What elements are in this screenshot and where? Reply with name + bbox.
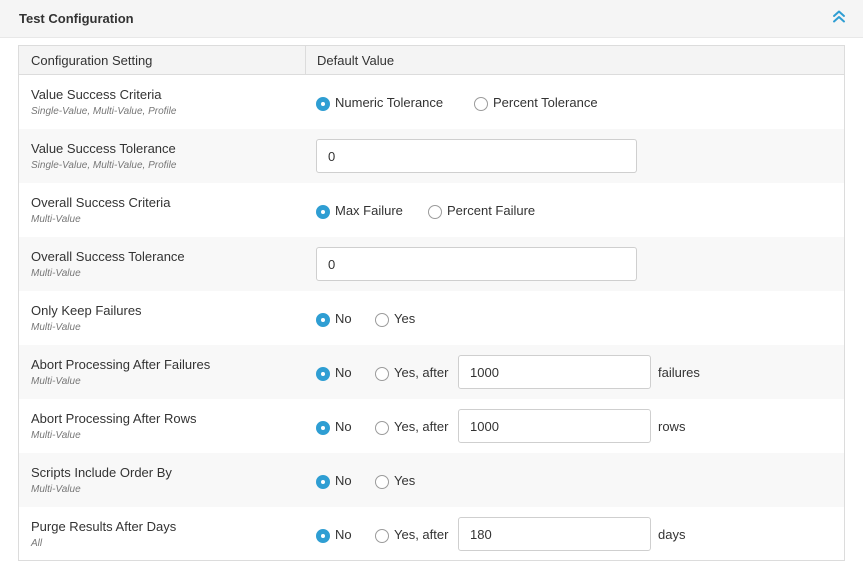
column-header-setting: Configuration Setting bbox=[19, 46, 306, 74]
panel-title: Test Configuration bbox=[19, 11, 134, 26]
radio-label-no[interactable]: No bbox=[335, 473, 352, 488]
value-success-tolerance-input[interactable] bbox=[316, 139, 637, 173]
setting-scope: Multi-Value bbox=[31, 484, 81, 495]
setting-scope: All bbox=[31, 538, 43, 549]
setting-name: Overall Success Tolerance bbox=[31, 249, 185, 264]
radio-label-no[interactable]: No bbox=[335, 419, 352, 434]
abort-failures-count-input[interactable] bbox=[458, 355, 651, 389]
setting-scope: Multi-Value bbox=[31, 430, 81, 441]
overall-success-tolerance-input[interactable] bbox=[316, 247, 637, 281]
panel-header: Test Configuration bbox=[0, 0, 863, 38]
abort-rows-count-input[interactable] bbox=[458, 409, 651, 443]
setting-scope: Multi-Value bbox=[31, 214, 81, 225]
purge-days-input[interactable] bbox=[458, 517, 651, 551]
setting-name: Value Success Criteria bbox=[31, 87, 162, 102]
radio-no[interactable] bbox=[316, 313, 330, 327]
setting-scope: Multi-Value bbox=[31, 268, 81, 279]
radio-label-no[interactable]: No bbox=[335, 311, 352, 326]
setting-name: Overall Success Criteria bbox=[31, 195, 171, 210]
setting-name: Abort Processing After Failures bbox=[31, 357, 211, 372]
radio-no[interactable] bbox=[316, 529, 330, 543]
radio-label-yes-after[interactable]: Yes, after bbox=[394, 365, 448, 380]
radio-yes-after[interactable] bbox=[375, 529, 389, 543]
setting-name: Value Success Tolerance bbox=[31, 141, 176, 156]
setting-scope: Multi-Value bbox=[31, 376, 81, 387]
radio-no[interactable] bbox=[316, 367, 330, 381]
table-row: Overall Success Tolerance Multi-Value bbox=[19, 237, 844, 291]
table-row: Value Success Criteria Single-Value, Mul… bbox=[19, 75, 844, 129]
radio-no[interactable] bbox=[316, 475, 330, 489]
table-row: Value Success Tolerance Single-Value, Mu… bbox=[19, 129, 844, 183]
radio-label-no[interactable]: No bbox=[335, 527, 352, 542]
radio-yes-after[interactable] bbox=[375, 421, 389, 435]
setting-name: Purge Results After Days bbox=[31, 519, 177, 534]
setting-name: Abort Processing After Rows bbox=[31, 411, 197, 426]
radio-percent-failure[interactable] bbox=[428, 205, 442, 219]
column-header-default-value: Default Value bbox=[317, 53, 395, 68]
radio-label-yes-after[interactable]: Yes, after bbox=[394, 527, 448, 542]
table-row: Purge Results After Days All No Yes, aft… bbox=[19, 507, 844, 561]
unit-label: failures bbox=[658, 365, 700, 380]
radio-label-max-failure[interactable]: Max Failure bbox=[335, 203, 403, 218]
unit-label: days bbox=[658, 527, 686, 542]
chevron-double-up-icon[interactable] bbox=[831, 9, 847, 25]
setting-scope: Single-Value, Multi-Value, Profile bbox=[31, 106, 177, 117]
radio-yes-after[interactable] bbox=[375, 367, 389, 381]
setting-name: Only Keep Failures bbox=[31, 303, 142, 318]
radio-label-percent-failure[interactable]: Percent Failure bbox=[447, 203, 535, 218]
radio-max-failure[interactable] bbox=[316, 205, 330, 219]
test-configuration-panel: Test Configuration Configuration Setting… bbox=[0, 0, 863, 574]
radio-label-yes[interactable]: Yes bbox=[394, 473, 415, 488]
radio-yes[interactable] bbox=[375, 475, 389, 489]
radio-percent-tolerance[interactable] bbox=[474, 97, 488, 111]
radio-label-numeric-tolerance[interactable]: Numeric Tolerance bbox=[335, 95, 443, 110]
radio-label-yes[interactable]: Yes bbox=[394, 311, 415, 326]
radio-label-yes-after[interactable]: Yes, after bbox=[394, 419, 448, 434]
configuration-table: Configuration Setting Default Value Valu… bbox=[18, 45, 845, 561]
table-row: Scripts Include Order By Multi-Value No … bbox=[19, 453, 844, 507]
radio-no[interactable] bbox=[316, 421, 330, 435]
table-row: Abort Processing After Rows Multi-Value … bbox=[19, 399, 844, 453]
table-header: Configuration Setting Default Value bbox=[19, 46, 844, 75]
radio-yes[interactable] bbox=[375, 313, 389, 327]
setting-name: Scripts Include Order By bbox=[31, 465, 172, 480]
radio-label-no[interactable]: No bbox=[335, 365, 352, 380]
setting-scope: Multi-Value bbox=[31, 322, 81, 333]
radio-numeric-tolerance[interactable] bbox=[316, 97, 330, 111]
table-row: Abort Processing After Failures Multi-Va… bbox=[19, 345, 844, 399]
radio-label-percent-tolerance[interactable]: Percent Tolerance bbox=[493, 95, 598, 110]
table-row: Overall Success Criteria Multi-Value Max… bbox=[19, 183, 844, 237]
setting-scope: Single-Value, Multi-Value, Profile bbox=[31, 160, 177, 171]
table-row: Only Keep Failures Multi-Value No Yes bbox=[19, 291, 844, 345]
unit-label: rows bbox=[658, 419, 686, 434]
